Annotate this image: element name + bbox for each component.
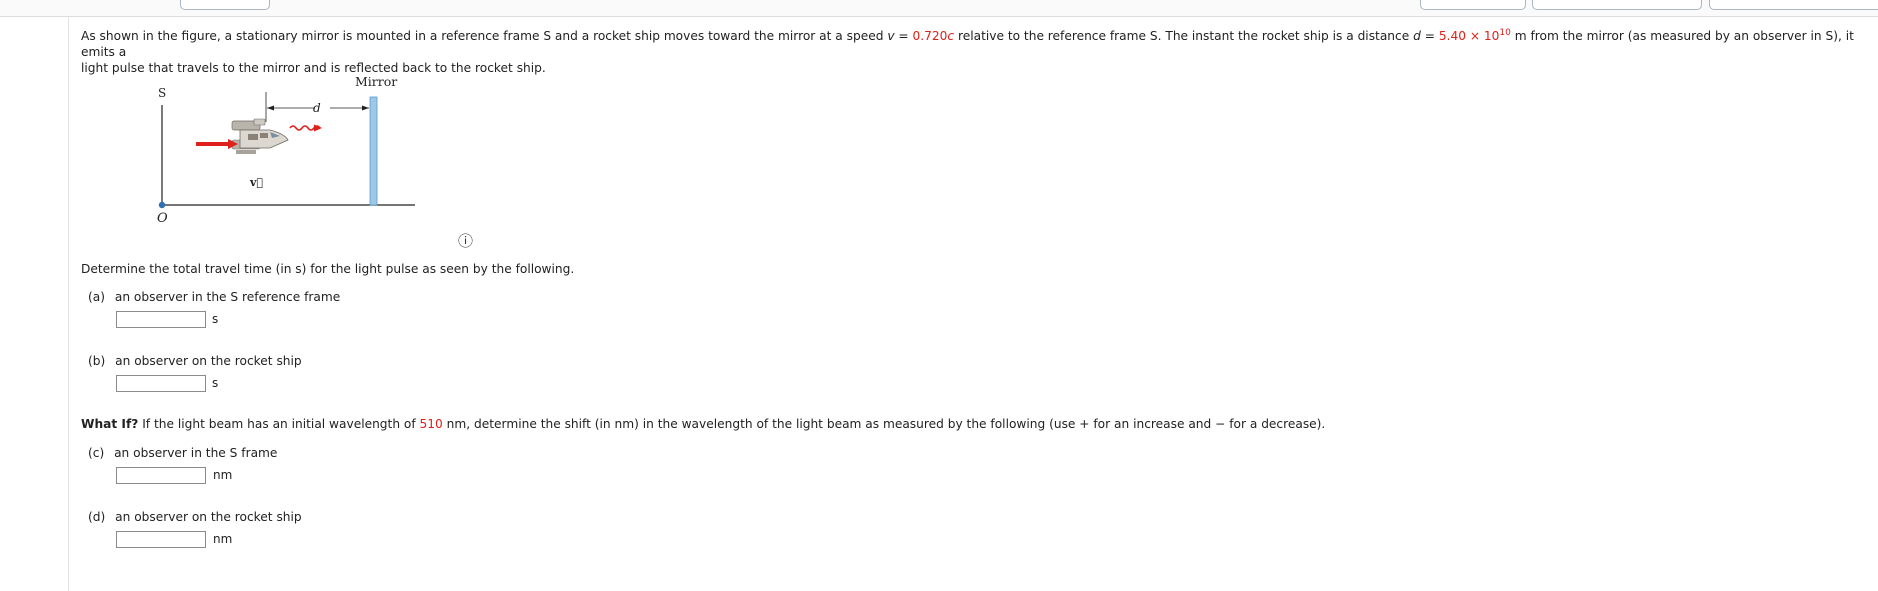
- what-if-text-2: nm, determine the shift (in nm) in the w…: [442, 417, 1326, 431]
- top-tab-button-4[interactable]: [1709, 0, 1878, 10]
- top-tab-button-3[interactable]: [1532, 0, 1702, 10]
- part-d-tag: (d): [88, 510, 106, 524]
- frame-s-label: S: [158, 86, 167, 100]
- part-a-answer-input[interactable]: [116, 311, 206, 328]
- intro-text: As shown in the figure, a stationary mir…: [81, 29, 888, 44]
- part-c-tag: (c): [88, 446, 105, 460]
- velocity-arrow-shaft: [196, 142, 231, 146]
- part-a-text: an observer in the S reference frame: [114, 290, 341, 304]
- part-c-unit: nm: [213, 468, 233, 482]
- top-tab-button-2[interactable]: [1420, 0, 1526, 10]
- part-c-answer-input[interactable]: [116, 467, 206, 484]
- distance-exponent: 10: [1499, 28, 1511, 38]
- info-icon[interactable]: ⓘ: [458, 230, 473, 251]
- part-a: (a) an observer in the S reference frame: [88, 290, 340, 304]
- part-c: (c) an observer in the S frame: [88, 446, 277, 460]
- part-d-text: an observer on the rocket ship: [115, 510, 302, 524]
- intro-text-2: relative to the reference frame S. The i…: [954, 29, 1414, 44]
- part-b-text: an observer on the rocket ship: [115, 354, 302, 368]
- v-symbol: v: [887, 29, 895, 44]
- content-left-border: [68, 16, 69, 591]
- wavelength-value: 510: [419, 417, 443, 431]
- question-text: Determine the total travel time (in s) f…: [81, 262, 575, 276]
- part-b-unit: s: [212, 376, 219, 390]
- distance-d-label: d: [313, 101, 321, 115]
- velocity-v-label: v⃗: [250, 176, 263, 189]
- part-c-text: an observer in the S frame: [114, 446, 278, 460]
- d-symbol: d: [1413, 29, 1421, 44]
- speed-value: 0.720: [912, 29, 948, 44]
- equals-sign: =: [894, 29, 913, 44]
- problem-statement: As shown in the figure, a stationary mir…: [81, 25, 1871, 76]
- rocket-ship-icon: [231, 118, 289, 154]
- distance-value: 5.40 × 10: [1438, 29, 1500, 44]
- what-if-label: What If?: [81, 417, 139, 431]
- top-tab-button-1[interactable]: [180, 0, 270, 10]
- what-if-text: What If? If the light beam has an initia…: [81, 417, 1325, 431]
- what-if-text-1: If the light beam has an initial wavelen…: [138, 417, 420, 431]
- origin-label: O: [157, 211, 168, 226]
- part-a-tag: (a): [88, 290, 105, 304]
- mirror-icon: [369, 96, 378, 206]
- part-d: (d) an observer on the rocket ship: [88, 510, 302, 524]
- part-b: (b) an observer on the rocket ship: [88, 354, 302, 368]
- part-d-answer-input[interactable]: [116, 531, 206, 548]
- rocket-mirror-figure: [158, 92, 415, 209]
- part-d-unit: nm: [213, 532, 233, 546]
- part-b-tag: (b): [88, 354, 106, 368]
- part-b-answer-input[interactable]: [116, 375, 206, 392]
- origin-dot: [158, 201, 166, 209]
- d-arrow-left: [267, 105, 274, 111]
- d-arrow-right: [362, 105, 369, 111]
- equals-sign-2: =: [1420, 29, 1439, 44]
- mirror-label: Mirror: [355, 74, 398, 89]
- part-a-unit: s: [212, 312, 219, 326]
